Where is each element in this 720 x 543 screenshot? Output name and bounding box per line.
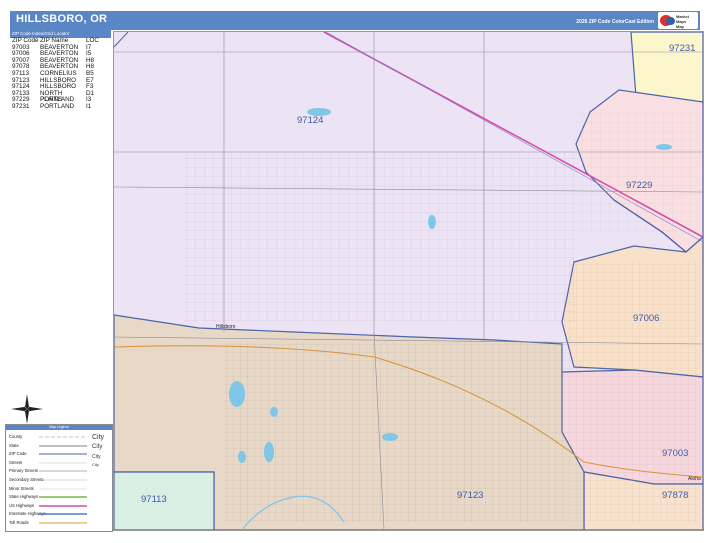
legend-item-label: Primary Streets xyxy=(9,468,38,474)
compass-rose-icon xyxy=(11,394,43,424)
legend-item-label: US Highways xyxy=(9,502,35,508)
publisher-logo: Market Maps Map xyxy=(658,12,698,29)
map-legend: Map Legend City City City City County Sta… xyxy=(5,424,113,532)
zip-label-97878: 97878 xyxy=(662,490,689,501)
map-poster: HILLSBORO, OR 2026 ZIP Code ColorCast Ed… xyxy=(0,0,720,543)
legend-swatch xyxy=(39,436,87,438)
index-cell-name: PORTLAND xyxy=(40,102,75,110)
legend-swatch xyxy=(39,488,87,489)
city-label-aloha: Aloha xyxy=(688,476,701,482)
zip-label-97003: 97003 xyxy=(662,448,689,459)
legend-item-label: Minor Streets xyxy=(9,485,34,491)
zip-label-97113: 97113 xyxy=(141,494,167,505)
legend-swatch xyxy=(39,522,87,524)
legend-item-label: State xyxy=(9,442,19,448)
zip-label-97124: 97124 xyxy=(297,115,324,126)
legend-city-sample: City xyxy=(92,434,105,441)
logo-text: Market Maps Map xyxy=(676,14,689,29)
legend-item-label: ZIP Code xyxy=(9,451,27,457)
legend-heading: Map Legend xyxy=(6,425,112,430)
map-svg xyxy=(114,32,703,530)
legend-swatch xyxy=(39,496,87,498)
legend-swatch xyxy=(39,470,87,472)
legend-city-sample: City xyxy=(92,444,103,450)
zip-label-97231: 97231 xyxy=(669,43,696,54)
zip-label-97123: 97123 xyxy=(457,490,484,501)
legend-item-label: State Highways xyxy=(9,494,39,500)
zip-label-97006: 97006 xyxy=(633,313,660,324)
city-label-hillsboro: Hillsboro xyxy=(216,324,236,330)
legend-swatch xyxy=(39,479,87,481)
title-bar: HILLSBORO, OR 2026 ZIP Code ColorCast Ed… xyxy=(10,11,700,30)
map-area[interactable]: 97231 97124 97229 97006 97003 97113 9712… xyxy=(113,31,704,531)
legend-swatch xyxy=(39,513,87,516)
legend-item-label: County xyxy=(9,434,23,439)
legend-swatch xyxy=(39,445,87,446)
legend-item-label: Streets xyxy=(9,459,23,465)
index-cell-loc: I1 xyxy=(86,102,92,110)
logo-blue-mark xyxy=(666,17,675,25)
edition-label: 2026 ZIP Code ColorCast Edition xyxy=(576,19,654,25)
legend-city-sample: City xyxy=(92,454,101,460)
legend-swatch xyxy=(39,453,87,455)
legend-swatch xyxy=(39,462,87,464)
map-title: HILLSBORO, OR xyxy=(16,13,108,25)
index-cell-zip: 97231 xyxy=(12,102,30,110)
zip-index-table: ZIP Code Index/Grid Locator ZIP Code ZIP… xyxy=(10,30,111,111)
legend-swatch xyxy=(39,505,87,507)
index-row: 97231 PORTLAND I1 xyxy=(10,102,111,111)
zip-label-97229: 97229 xyxy=(626,180,653,191)
legend-city-sample: City xyxy=(92,462,99,467)
legend-item-label: Toll Roads xyxy=(9,520,29,525)
